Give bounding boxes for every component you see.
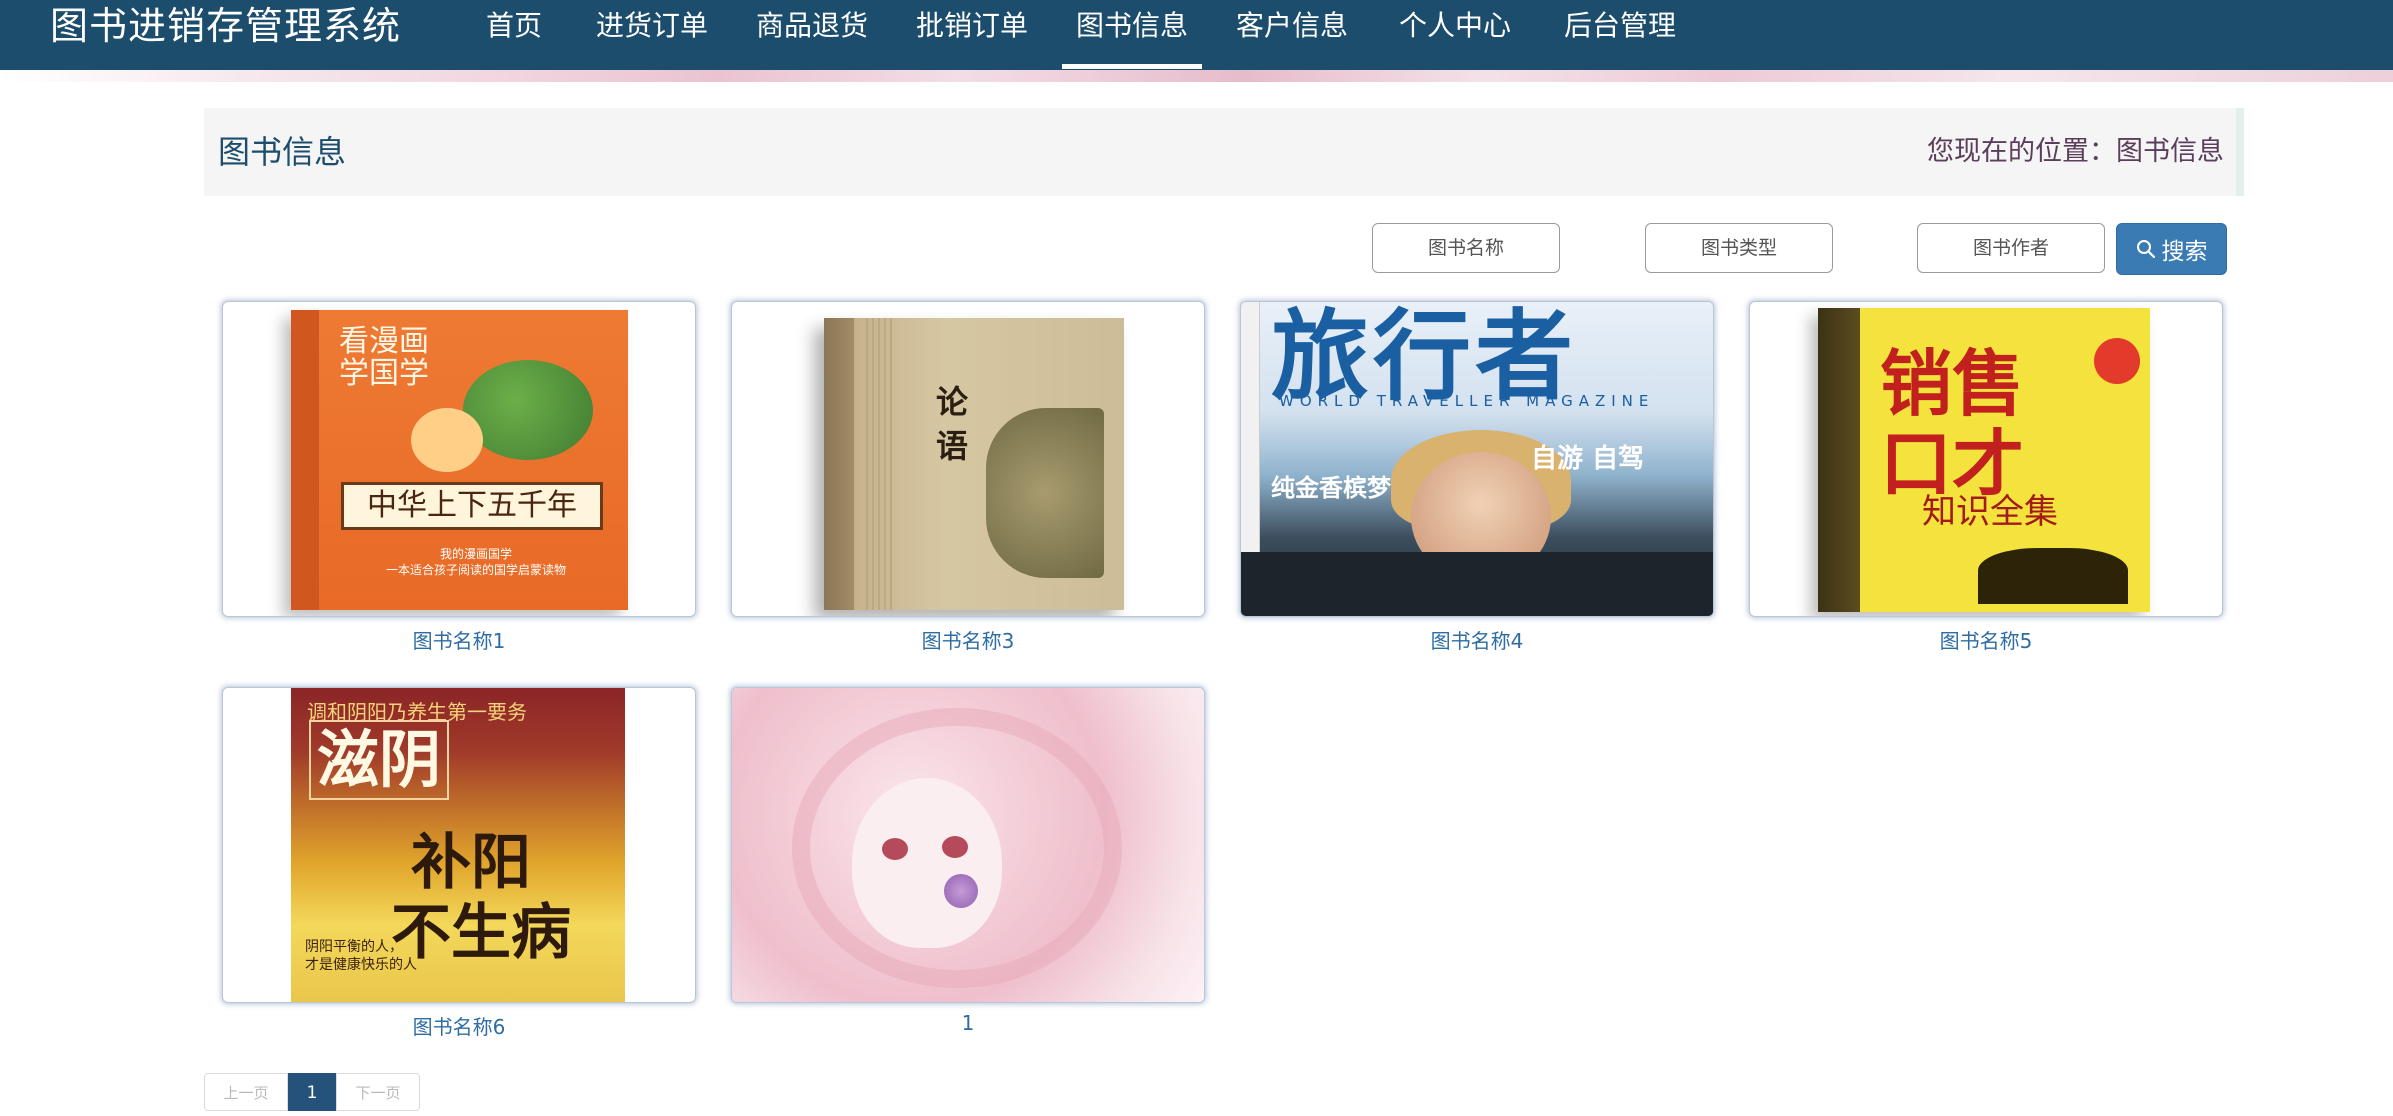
book-title-link[interactable]: 图书名称6	[222, 1011, 696, 1040]
book-card[interactable]: 调和阴阳乃养生第一要务 滋阴 补阳 不生病 阴阳平衡的人， 才是健康快乐的人 图…	[222, 687, 696, 1040]
nav-item-returns[interactable]: 商品退货	[756, 0, 868, 52]
cover-title: 销售 口才	[1880, 341, 2025, 506]
nav-item-customer-info[interactable]: 客户信息	[1236, 0, 1348, 52]
pagination: 上一页 1 下一页	[204, 1073, 420, 1111]
book-cover-art: 论 语	[824, 318, 1124, 610]
breadcrumb: 您现在的位置：图书信息	[1927, 136, 2224, 167]
nav-item-profile[interactable]: 个人中心	[1399, 0, 1511, 52]
book-cover-art: 看漫画 学国学 中华上下五千年 我的漫画国学 一本适合孩子阅读的国学启蒙读物	[291, 310, 628, 610]
book-cover-image[interactable]: 销售 口才 知识全集	[1749, 301, 2223, 617]
cover-subtitle: 阴阳平衡的人， 才是健康快乐的人	[305, 939, 417, 973]
cover-subtitle: WORLD TRAVELLER MAGAZINE	[1279, 392, 1655, 410]
book-type-input[interactable]	[1645, 223, 1833, 273]
cover-illustration	[411, 408, 483, 472]
book-cover-image[interactable]: 旅行者 WORLD TRAVELLER MAGAZINE 纯金香槟梦 自游 自驾	[1240, 301, 1714, 617]
book-author-input[interactable]	[1917, 223, 2105, 273]
cover-title: 论 语	[936, 383, 969, 465]
price-badge	[2094, 338, 2140, 384]
cover-title-band: 中华上下五千年	[341, 482, 603, 530]
cover-spine	[1818, 308, 1860, 612]
nav-item-wholesale-orders[interactable]: 批销订单	[916, 0, 1028, 52]
nav-item-home[interactable]: 首页	[486, 0, 542, 52]
book-cover-image[interactable]: 论 语	[731, 301, 1205, 617]
app-title: 图书进销存管理系统	[50, 4, 402, 48]
book-name-input[interactable]	[1372, 223, 1560, 273]
cover-illustration	[882, 838, 908, 860]
book-cover-art: 调和阴阳乃养生第一要务 滋阴 补阳 不生病 阴阳平衡的人， 才是健康快乐的人	[291, 688, 625, 1002]
book-title-link[interactable]: 图书名称1	[222, 625, 696, 654]
search-icon	[2136, 240, 2155, 259]
book-cover-image[interactable]: 看漫画 学国学 中华上下五千年 我的漫画国学 一本适合孩子阅读的国学启蒙读物	[222, 301, 696, 617]
cover-illustration	[1241, 552, 1713, 616]
book-cover-image[interactable]	[731, 687, 1205, 1003]
book-title-link[interactable]: 图书名称4	[1240, 625, 1714, 654]
cover-title: 看漫画 学国学	[339, 324, 429, 391]
book-cover-art	[732, 688, 1204, 1002]
header-banner-strip	[0, 70, 2393, 82]
cover-title: 不生病	[391, 898, 571, 968]
prev-page-button[interactable]: 上一页	[204, 1073, 288, 1111]
cover-subtitle: 自游 自驾	[1531, 444, 1645, 474]
cover-subtitle: 我的漫画国学 一本适合孩子阅读的国学启蒙读物	[385, 547, 566, 577]
cover-subtitle: 纯金香槟梦	[1271, 474, 1391, 502]
cover-illustration	[852, 778, 1002, 948]
cover-illustration	[1978, 548, 2128, 604]
page-title: 图书信息	[218, 133, 347, 171]
book-cover-image[interactable]: 调和阴阳乃养生第一要务 滋阴 补阳 不生病 阴阳平衡的人， 才是健康快乐的人	[222, 687, 696, 1003]
cover-spine	[291, 310, 319, 610]
book-title-link[interactable]: 图书名称3	[731, 625, 1205, 654]
book-card[interactable]: 旅行者 WORLD TRAVELLER MAGAZINE 纯金香槟梦 自游 自驾…	[1240, 301, 1714, 654]
book-title-link[interactable]: 图书名称5	[1749, 625, 2223, 654]
book-card[interactable]: 销售 口才 知识全集 图书名称5	[1749, 301, 2223, 654]
search-button[interactable]: 搜索	[2116, 223, 2227, 275]
search-button-label: 搜索	[2161, 239, 2208, 265]
book-cover-art: 旅行者 WORLD TRAVELLER MAGAZINE 纯金香槟梦 自游 自驾	[1241, 302, 1713, 616]
book-card[interactable]: 看漫画 学国学 中华上下五千年 我的漫画国学 一本适合孩子阅读的国学启蒙读物 图…	[222, 301, 696, 654]
cover-illustration	[986, 408, 1104, 578]
cover-pattern	[866, 318, 894, 610]
top-nav: 图书进销存管理系统 首页 进货订单 商品退货 批销订单 图书信息 客户信息 个人…	[0, 0, 2393, 70]
page-number-button[interactable]: 1	[288, 1073, 336, 1111]
book-card[interactable]: 1	[731, 687, 1205, 1035]
cover-spine	[824, 318, 854, 610]
book-title-link[interactable]: 1	[731, 1011, 1205, 1035]
cover-title: 滋阴	[309, 720, 450, 800]
cover-subtitle: 知识全集	[1922, 492, 2058, 532]
nav-item-book-info[interactable]: 图书信息	[1061, 0, 1203, 69]
book-card[interactable]: 论 语 图书名称3	[731, 301, 1205, 654]
cover-illustration	[944, 874, 978, 908]
nav-item-admin[interactable]: 后台管理	[1564, 0, 1676, 52]
cover-illustration	[942, 836, 968, 858]
location-panel: 图书信息 您现在的位置：图书信息	[204, 108, 2244, 196]
nav-item-purchase-orders[interactable]: 进货订单	[596, 0, 708, 52]
next-page-button[interactable]: 下一页	[336, 1073, 420, 1111]
book-cover-art: 销售 口才 知识全集	[1818, 308, 2150, 612]
